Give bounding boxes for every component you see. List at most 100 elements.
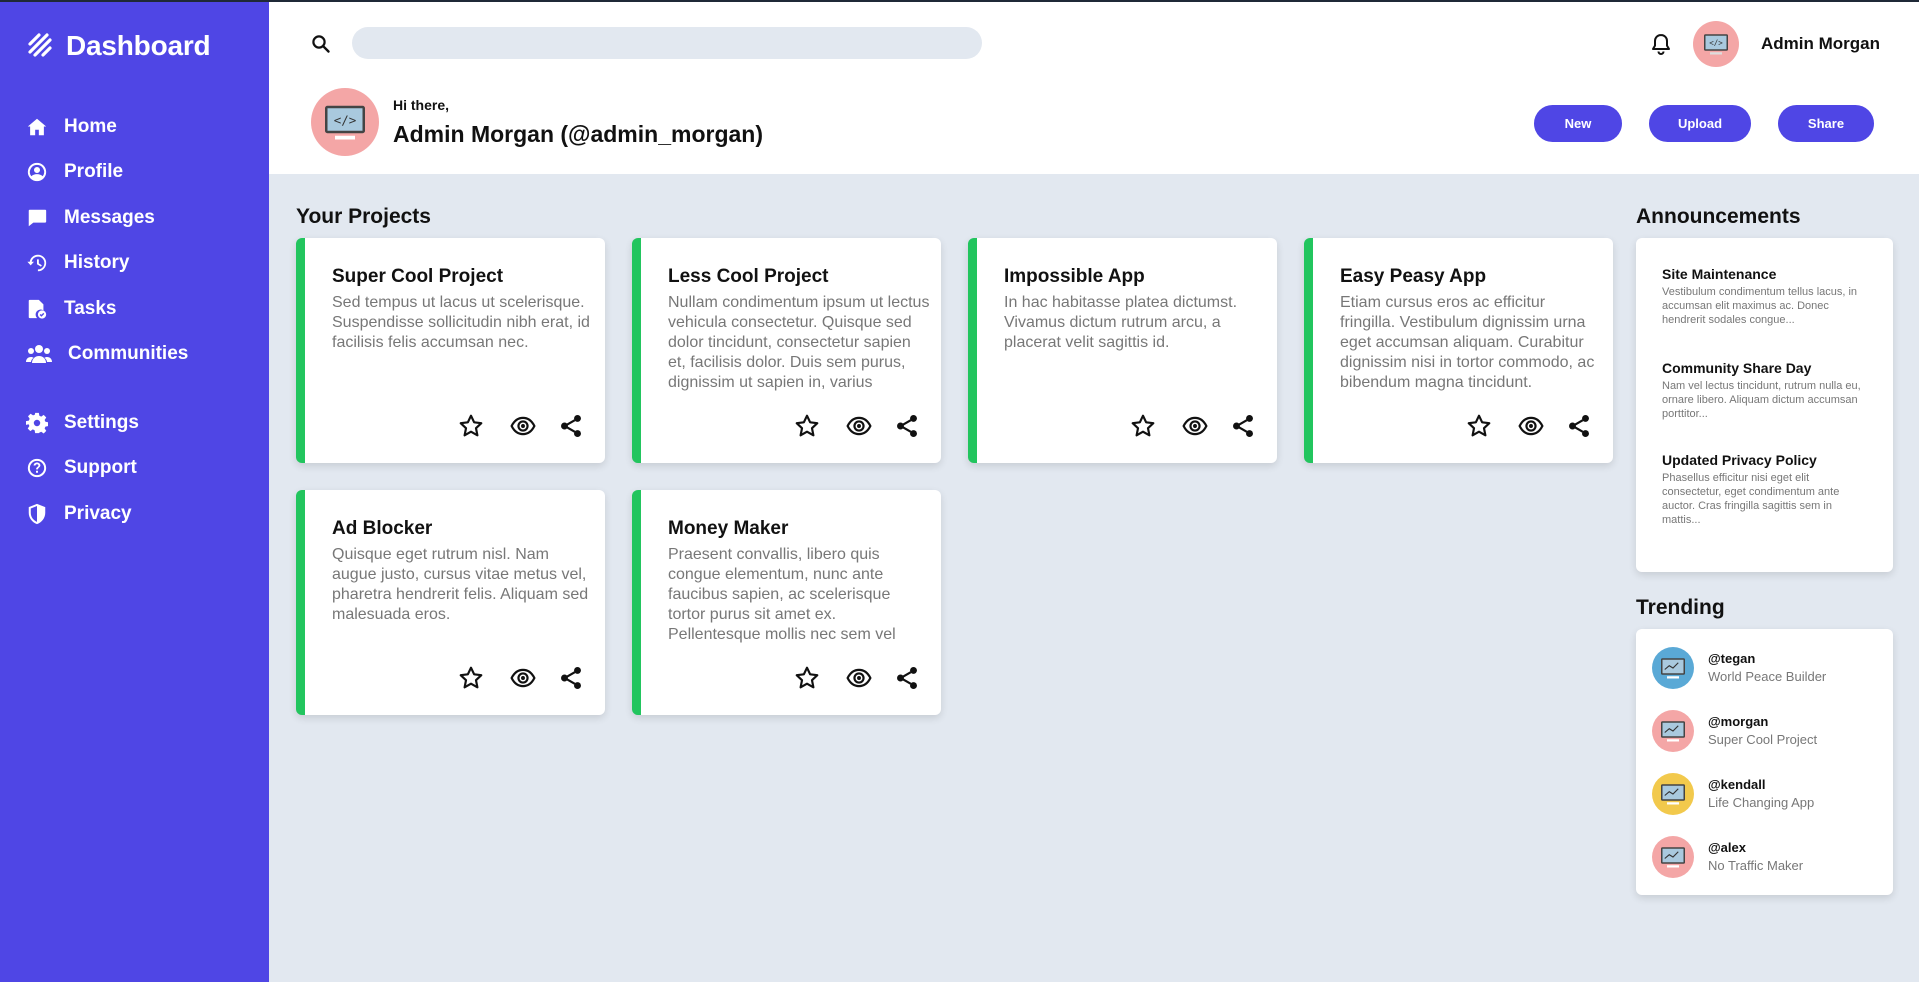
star-icon[interactable] <box>793 664 821 692</box>
project-description: Etiam cursus eros ac efficitur fringilla… <box>1340 294 1595 391</box>
brand-label: Dashboard <box>66 30 211 61</box>
star-icon[interactable] <box>1129 412 1157 440</box>
sidebar-item-history[interactable]: History <box>0 241 269 287</box>
avatar[interactable]: </> <box>1693 21 1739 67</box>
share-icon[interactable] <box>1565 412 1593 440</box>
bell-icon[interactable] <box>1649 32 1673 56</box>
announcement-body: Nam vel lectus tincidunt, rutrum nulla e… <box>1662 380 1861 420</box>
avatar <box>1652 836 1694 878</box>
card-actions <box>305 664 605 692</box>
announcement-item[interactable]: Community Share Day Nam vel lectus tinci… <box>1662 360 1862 421</box>
new-button[interactable]: New <box>1534 105 1622 142</box>
sidebar-item-settings[interactable]: Settings <box>0 400 269 446</box>
project-card[interactable]: Impossible App In hac habitasse platea di… <box>968 238 1277 463</box>
project-description: Quisque eget rutrum nisl. Nam augue just… <box>332 546 589 623</box>
header-username[interactable]: Admin Morgan <box>1761 34 1880 54</box>
profile-full-name: Admin Morgan (@admin_morgan) <box>393 121 763 147</box>
trending-panel: @tegan World Peace Builder @morgan Super Co… <box>1636 629 1893 895</box>
monitor-avatar-icon <box>1661 658 1685 679</box>
project-card[interactable]: Easy Peasy App Etiam cursus eros ac effic… <box>1304 238 1613 463</box>
eye-icon[interactable] <box>509 664 537 692</box>
search-input[interactable] <box>352 27 982 59</box>
share-icon[interactable] <box>893 412 921 440</box>
monitor-avatar-icon: </> <box>1704 34 1728 55</box>
sidebar-item-communities[interactable]: Communities <box>0 332 269 378</box>
trending-item[interactable]: @kendall Life Changing App <box>1652 773 1872 817</box>
project-card[interactable]: Ad Blocker Quisque eget rutrum nisl. Nam … <box>296 490 605 715</box>
greeting-text: Hi there, <box>393 97 450 113</box>
profile-avatar: </> <box>311 88 379 156</box>
announcements-title: Announcements <box>1636 205 1801 228</box>
trending-handle: @alex <box>1708 840 1746 855</box>
share-icon[interactable] <box>1229 412 1257 440</box>
project-description: Praesent convallis, libero quis congue e… <box>668 546 896 643</box>
upload-button[interactable]: Upload <box>1649 105 1751 142</box>
sidebar-item-label: Communities <box>68 343 189 365</box>
avatar <box>1652 647 1694 689</box>
sidebar-item-label: History <box>64 252 130 274</box>
monitor-avatar-icon: </> <box>325 105 365 140</box>
sidebar-item-label: Privacy <box>64 502 132 524</box>
message-icon <box>26 207 48 229</box>
monitor-avatar-icon <box>1661 784 1685 805</box>
sidebar: Dashboard Home Profile Messages History … <box>0 2 269 982</box>
avatar <box>1652 710 1694 752</box>
card-actions <box>305 412 605 440</box>
star-icon[interactable] <box>457 412 485 440</box>
shield-icon <box>26 503 48 525</box>
sidebar-item-support[interactable]: Support <box>0 446 269 492</box>
trending-item[interactable]: @tegan World Peace Builder <box>1652 647 1872 691</box>
announcement-title: Updated Privacy Policy <box>1662 452 1817 468</box>
eye-icon[interactable] <box>509 412 537 440</box>
home-icon <box>26 116 48 138</box>
nav-divider <box>0 377 269 400</box>
project-card[interactable]: Money Maker Praesent convallis, libero qu… <box>632 490 941 715</box>
sidebar-item-privacy[interactable]: Privacy <box>0 491 269 537</box>
svg-text:</>: </> <box>334 113 357 128</box>
sidebar-item-tasks[interactable]: Tasks <box>0 286 269 332</box>
search-icon[interactable] <box>311 34 331 54</box>
gear-icon <box>26 412 48 434</box>
share-icon[interactable] <box>893 664 921 692</box>
card-actions <box>641 412 941 440</box>
projects-title: Your Projects <box>296 205 431 228</box>
star-icon[interactable] <box>1465 412 1493 440</box>
card-actions <box>641 664 941 692</box>
share-icon[interactable] <box>557 664 585 692</box>
project-card[interactable]: Less Cool Project Nullam condimentum ipsu… <box>632 238 941 463</box>
sidebar-item-profile[interactable]: Profile <box>0 150 269 196</box>
project-title: Super Cool Project <box>332 266 504 287</box>
project-description: Nullam condimentum ipsum ut lectus vehic… <box>668 294 930 391</box>
eye-icon[interactable] <box>1517 412 1545 440</box>
trending-item[interactable]: @morgan Super Cool Project <box>1652 710 1872 754</box>
sidebar-item-label: Settings <box>64 411 139 433</box>
star-icon[interactable] <box>793 412 821 440</box>
sidebar-item-messages[interactable]: Messages <box>0 195 269 241</box>
project-description: Sed tempus ut lacus ut scelerisque. Susp… <box>332 294 590 351</box>
user-circle-icon <box>26 161 48 183</box>
trending-project: Life Changing App <box>1708 795 1815 810</box>
project-card[interactable]: Super Cool Project Sed tempus ut lacus ut… <box>296 238 605 463</box>
logo-icon <box>28 33 52 57</box>
star-icon[interactable] <box>457 664 485 692</box>
announcement-body: Vestibulum condimentum tellus lacus, in … <box>1662 286 1858 326</box>
announcement-body: Phasellus efficitur nisi eget elit conse… <box>1662 472 1840 526</box>
share-button[interactable]: Share <box>1778 105 1874 142</box>
sidebar-item-label: Profile <box>64 161 124 183</box>
trending-item[interactable]: @alex No Traffic Maker <box>1652 836 1872 880</box>
eye-icon[interactable] <box>845 412 873 440</box>
users-icon <box>26 343 52 365</box>
history-icon <box>26 252 48 274</box>
announcement-item[interactable]: Updated Privacy Policy Phasellus efficit… <box>1662 452 1862 527</box>
eye-icon[interactable] <box>1181 412 1209 440</box>
sidebar-item-home[interactable]: Home <box>0 104 269 150</box>
announcement-item[interactable]: Site Maintenance Vestibulum condimentum … <box>1662 266 1862 327</box>
trending-project: No Traffic Maker <box>1708 858 1804 873</box>
share-icon[interactable] <box>557 412 585 440</box>
card-actions <box>977 412 1277 440</box>
eye-icon[interactable] <box>845 664 873 692</box>
card-actions <box>1313 412 1613 440</box>
brand[interactable]: Dashboard <box>26 30 211 62</box>
project-title: Money Maker <box>668 518 789 539</box>
svg-text:</>: </> <box>1709 39 1723 48</box>
